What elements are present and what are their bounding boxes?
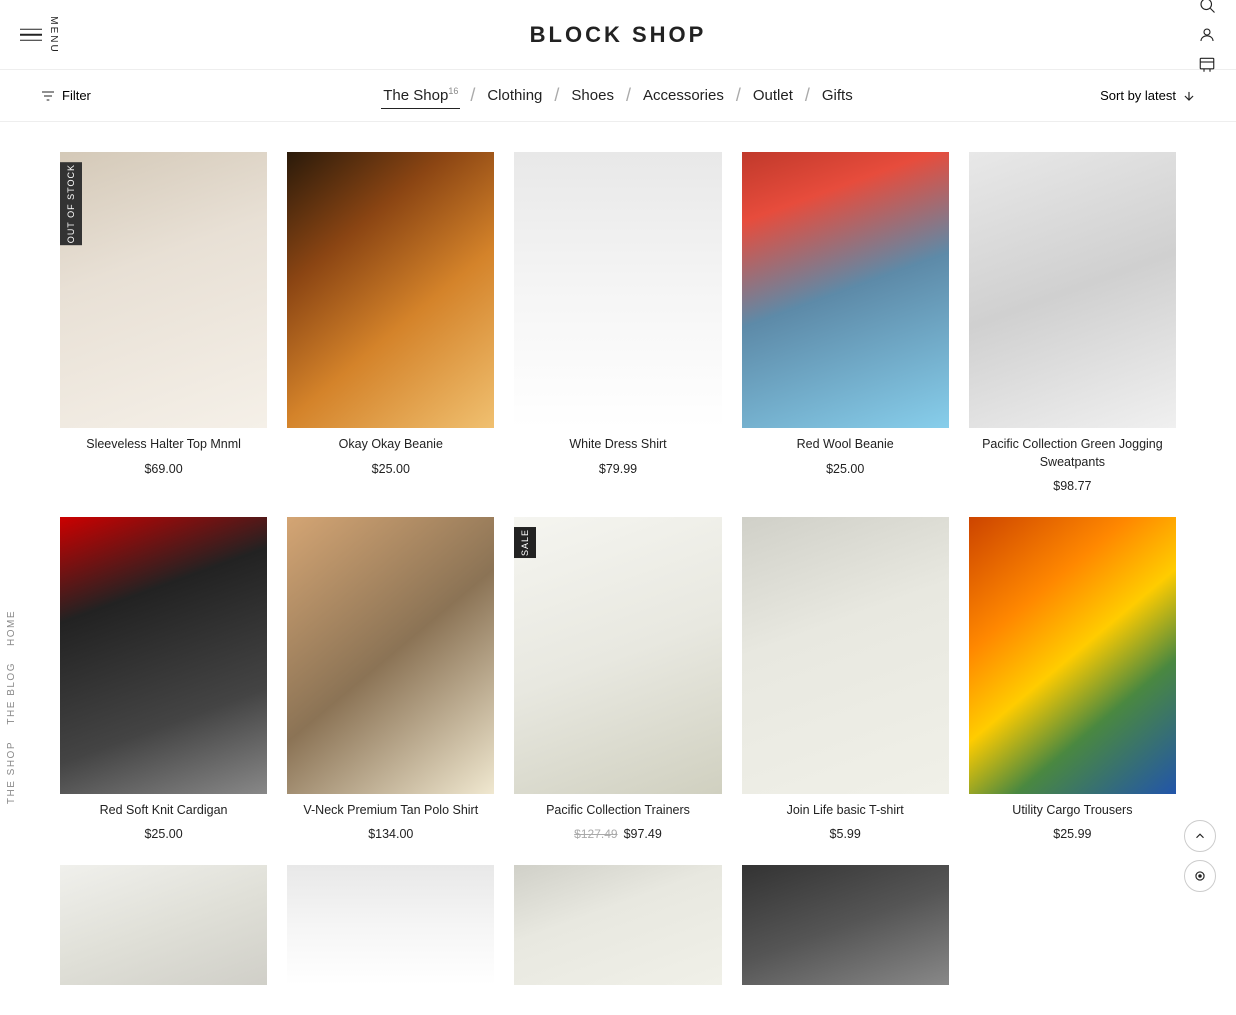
side-label-home[interactable]: Home	[0, 602, 34, 654]
sort-arrow-icon	[1182, 89, 1196, 103]
product-image	[60, 865, 267, 985]
product-name: Okay Okay Beanie	[287, 436, 494, 454]
product-price: $5.99	[742, 827, 949, 841]
product-name: White Dress Shirt	[514, 436, 721, 454]
scroll-up-button[interactable]	[1184, 820, 1216, 852]
nav-item-gifts[interactable]: Gifts	[820, 83, 855, 108]
product-image	[514, 152, 721, 428]
side-label-shop[interactable]: The Shop	[0, 733, 34, 812]
product-card[interactable]: Red Soft Knit Cardigan $25.00	[60, 517, 267, 841]
product-card[interactable]: White Dress Shirt $79.99	[514, 152, 721, 493]
filter-icon	[40, 88, 56, 104]
product-card[interactable]: Okay Okay Beanie $25.00	[287, 152, 494, 493]
sort-label: Sort by latest	[1100, 88, 1176, 103]
side-label-blog[interactable]: The Blog	[0, 654, 34, 733]
product-grid: OUT OF STOCK Sleeveless Halter Top Mnml …	[0, 122, 1236, 1015]
product-price: $127.49 $97.49	[514, 827, 721, 841]
nav-item-outlet[interactable]: Outlet	[751, 83, 795, 108]
product-name: Join Life basic T-shirt	[742, 802, 949, 820]
top-bar: Menu BLOCK SHOP	[0, 0, 1236, 70]
menu-label: Menu	[48, 16, 59, 53]
product-card[interactable]	[60, 865, 267, 985]
product-card[interactable]: Red Wool Beanie $25.00	[742, 152, 949, 493]
product-card[interactable]: Join Life basic T-shirt $5.99	[742, 517, 949, 841]
sort-button[interactable]: Sort by latest	[1100, 88, 1196, 103]
nav-item-the-shop[interactable]: The Shop16	[381, 82, 460, 109]
product-name: Red Wool Beanie	[742, 436, 949, 454]
product-card[interactable]	[287, 865, 494, 985]
product-card[interactable]: OUT OF STOCK Sleeveless Halter Top Mnml …	[60, 152, 267, 493]
top-icons	[1198, 0, 1216, 74]
product-name: Sleeveless Halter Top Mnml	[60, 436, 267, 454]
product-card[interactable]: SALE Pacific Collection Trainers $127.49…	[514, 517, 721, 841]
product-price: $25.99	[969, 827, 1176, 841]
product-name: Pacific Collection Green Jogging Sweatpa…	[969, 436, 1176, 471]
product-image	[742, 152, 949, 428]
circle-icon	[1193, 869, 1207, 883]
filter-button[interactable]: Filter	[40, 88, 91, 104]
product-price: $79.99	[514, 462, 721, 476]
nav-bar: Filter The Shop16 / Clothing / Shoes / A…	[0, 70, 1236, 122]
product-price: $25.00	[287, 462, 494, 476]
product-price: $25.00	[742, 462, 949, 476]
sale-badge: SALE	[514, 527, 536, 558]
product-price: $98.77	[969, 479, 1176, 493]
product-image	[969, 517, 1176, 793]
side-labels: Home The Blog The Shop	[0, 602, 34, 812]
nav-item-shoes[interactable]: Shoes	[569, 83, 616, 108]
scroll-circle-button[interactable]	[1184, 860, 1216, 892]
filter-label: Filter	[62, 88, 91, 103]
product-card[interactable]	[514, 865, 721, 985]
product-name: V-Neck Premium Tan Polo Shirt	[287, 802, 494, 820]
product-card[interactable]	[742, 865, 949, 985]
product-image	[287, 152, 494, 428]
product-image	[287, 517, 494, 793]
user-icon[interactable]	[1198, 26, 1216, 44]
product-image	[514, 865, 721, 985]
product-card[interactable]: V-Neck Premium Tan Polo Shirt $134.00	[287, 517, 494, 841]
site-title: BLOCK SHOP	[530, 22, 707, 48]
out-of-stock-badge: OUT OF STOCK	[60, 162, 82, 245]
product-image	[287, 865, 494, 985]
product-image	[742, 517, 949, 793]
nav-links: The Shop16 / Clothing / Shoes / Accessor…	[381, 82, 854, 109]
product-price: $25.00	[60, 827, 267, 841]
product-image	[60, 517, 267, 793]
product-card[interactable]: Utility Cargo Trousers $25.99	[969, 517, 1176, 841]
product-price: $69.00	[60, 462, 267, 476]
product-image	[969, 152, 1176, 428]
product-image: OUT OF STOCK	[60, 152, 267, 428]
search-icon[interactable]	[1198, 0, 1216, 14]
product-name: Red Soft Knit Cardigan	[60, 802, 267, 820]
nav-item-accessories[interactable]: Accessories	[641, 83, 726, 108]
nav-item-clothing[interactable]: Clothing	[485, 83, 544, 108]
arrow-up-icon	[1193, 829, 1207, 843]
product-image	[742, 865, 949, 985]
product-price: $134.00	[287, 827, 494, 841]
product-card[interactable]: Pacific Collection Green Jogging Sweatpa…	[969, 152, 1176, 493]
menu-icon[interactable]	[20, 28, 42, 41]
product-name: Utility Cargo Trousers	[969, 802, 1176, 820]
product-image: SALE	[514, 517, 721, 793]
scroll-buttons	[1184, 820, 1216, 892]
product-name: Pacific Collection Trainers	[514, 802, 721, 820]
